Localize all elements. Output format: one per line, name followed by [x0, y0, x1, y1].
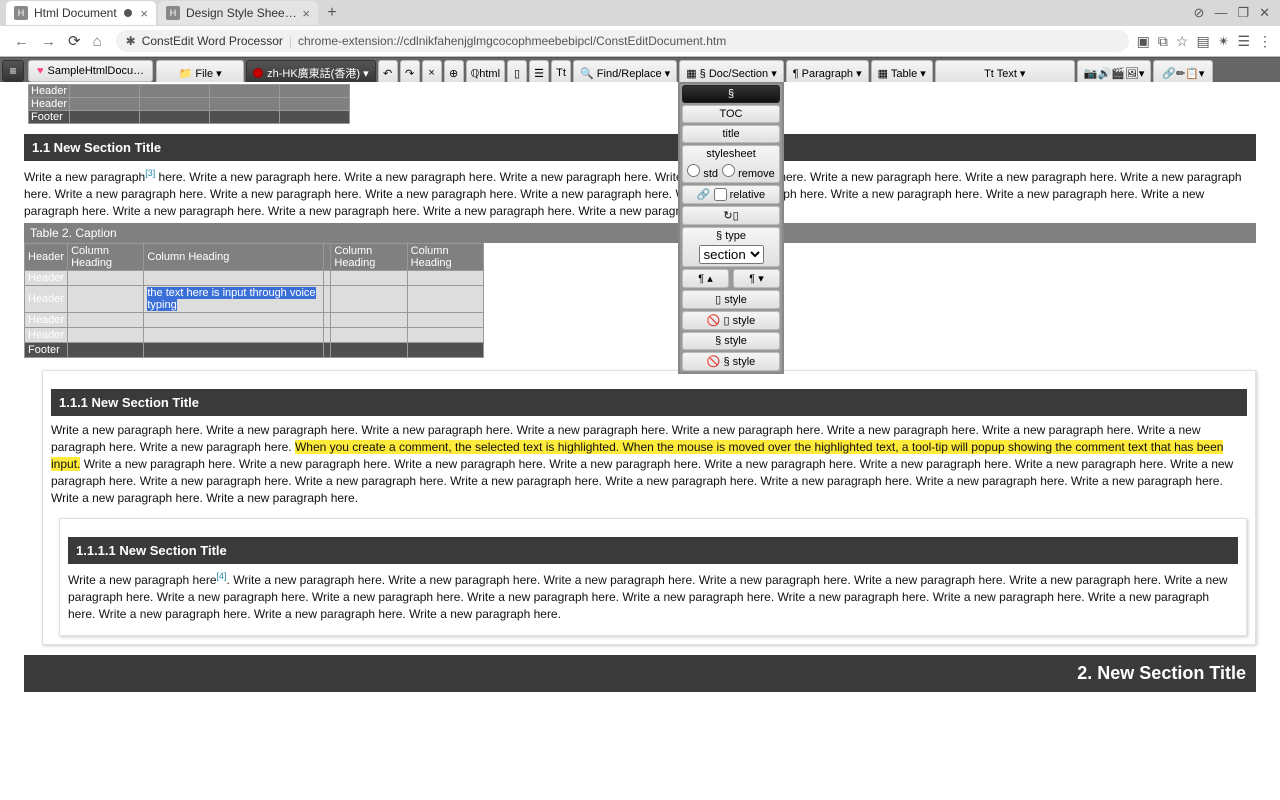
app-toolbar: ≡ ♥SampleHtmlDocu… 📁 File ▾ zh-HK廣東話(香港)… — [0, 57, 1280, 85]
reload-icon[interactable]: ⟳ — [62, 32, 87, 50]
table-row[interactable]: Footer — [25, 343, 68, 358]
back-icon[interactable]: ← — [8, 33, 35, 50]
header-footer-table[interactable]: Header Header Footer — [28, 84, 350, 124]
section-title-1-1-1-1[interactable]: 1.1.1.1 New Section Title — [68, 537, 1238, 564]
table-row[interactable]: Header — [25, 286, 68, 313]
dd-section-symbol[interactable]: § — [682, 85, 780, 103]
close-window-icon[interactable]: ✕ — [1259, 5, 1270, 21]
extensions-icon[interactable]: ✴ — [1218, 33, 1230, 50]
new-tab-button[interactable]: + — [320, 4, 344, 22]
dd-toc[interactable]: TOC — [682, 105, 780, 123]
dd-radio-remove[interactable]: remove — [722, 164, 775, 180]
document-content: Header Header Footer 1.1 New Section Tit… — [0, 84, 1280, 738]
url-path: chrome-extension://cdlnikfahenjglmgcocop… — [298, 34, 726, 48]
image-icon: 🖼 — [1125, 67, 1139, 80]
hamburger-menu-button[interactable]: ≡ — [2, 60, 24, 82]
column-header[interactable]: Column Heading — [68, 244, 144, 271]
table-row[interactable]: Header — [25, 271, 68, 286]
menu-icon[interactable]: ⋮ — [1258, 33, 1272, 50]
dd-no-book-style[interactable]: 🚫 ▯ style — [682, 311, 780, 330]
column-header[interactable]: Column Heading — [407, 244, 483, 271]
chevron-down-icon: ▾ — [1199, 67, 1205, 80]
camera-icon: 📷 — [1084, 67, 1098, 80]
section-title-2[interactable]: 2. New Section Title — [24, 655, 1256, 692]
minimize-icon[interactable]: — — [1214, 5, 1227, 21]
table-row[interactable]: Footer — [29, 111, 70, 124]
tab-close-icon[interactable]: × — [140, 6, 148, 21]
home-icon[interactable]: ⌂ — [87, 33, 108, 50]
action-icon[interactable]: ⧉ — [1158, 33, 1168, 50]
forward-icon[interactable]: → — [35, 33, 62, 50]
dd-type-select[interactable]: section — [699, 245, 764, 264]
dd-para-down[interactable]: ¶ ▾ — [733, 269, 780, 288]
url-input[interactable]: ✱ ConstEdit Word Processor | chrome-exte… — [116, 30, 1129, 52]
voice-input-text[interactable]: the text here is input through voice typ… — [147, 287, 315, 311]
table-row[interactable]: Header — [25, 313, 68, 328]
browser-action-icons: ▣ ⧉ ☆ ▤ ✴ ☰ ⋮ — [1137, 33, 1272, 50]
subsection-1-1-1: 1.1.1 New Section Title Write a new para… — [42, 370, 1256, 644]
dd-para-up[interactable]: ¶ ▴ — [682, 269, 729, 288]
window-controls: ⊘ — ❐ ✕ — [1194, 5, 1280, 21]
docsection-dropdown: § TOC title stylesheet std remove 🔗 rela… — [678, 82, 784, 374]
column-header[interactable]: Column Heading — [144, 244, 324, 271]
extension-icon: ✱ — [126, 34, 136, 48]
table-row[interactable]: Header — [29, 98, 70, 111]
profile-icon[interactable]: ☰ — [1237, 33, 1250, 50]
footnote-ref[interactable]: [3] — [145, 168, 155, 178]
favicon-icon: H — [14, 6, 28, 20]
tab-title: Html Document — [34, 6, 120, 20]
clipboard-icon: 📋 — [1185, 67, 1199, 80]
sound-icon: 🔊 — [1097, 67, 1111, 80]
tab-bar: H Html Document × H Design Style Sheet F… — [0, 0, 1280, 26]
chevron-down-icon: ▾ — [1139, 67, 1145, 80]
record-dot-icon — [253, 68, 263, 78]
action-icon[interactable]: ▣ — [1137, 33, 1150, 50]
edit-icon: ✏ — [1176, 67, 1185, 80]
document-area[interactable]: Header Header Footer 1.1 New Section Tit… — [0, 82, 1280, 800]
section-title-1-1-1[interactable]: 1.1.1 New Section Title — [51, 389, 1247, 416]
url-host: ConstEdit Word Processor — [142, 34, 283, 48]
doc-title-button[interactable]: ♥SampleHtmlDocu… — [28, 60, 153, 82]
action-icon[interactable]: ▤ — [1196, 33, 1209, 50]
paragraph[interactable]: Write a new paragraph[3] here. Write a n… — [24, 167, 1256, 219]
favicon-icon: H — [166, 6, 180, 20]
section-title-1-1[interactable]: 1.1 New Section Title — [24, 134, 1256, 161]
column-header[interactable] — [324, 244, 331, 271]
dd-title[interactable]: title — [682, 125, 780, 143]
table-row[interactable]: Header — [29, 85, 70, 98]
footnote-ref[interactable]: [4] — [217, 571, 227, 581]
dd-stylesheet: stylesheet std remove — [682, 145, 780, 183]
heart-icon: ♥ — [37, 65, 44, 77]
link-icon: 🔗 — [697, 188, 711, 201]
tab-title: Design Style Sheet For Ht… — [186, 6, 298, 20]
paragraph[interactable]: Write a new paragraph here. Write a new … — [51, 422, 1247, 506]
dd-section-style[interactable]: § style — [682, 332, 780, 350]
modified-dot-icon — [124, 9, 132, 17]
column-header[interactable]: Column Heading — [331, 244, 407, 271]
dd-no-section-style[interactable]: 🚫 § style — [682, 352, 780, 371]
dd-type: § type section — [682, 227, 780, 267]
tab-2[interactable]: H Design Style Sheet For Ht… × — [158, 1, 318, 25]
maximize-icon[interactable]: ❐ — [1237, 5, 1249, 21]
tab-1[interactable]: H Html Document × — [6, 1, 156, 25]
browser-chrome: H Html Document × H Design Style Sheet F… — [0, 0, 1280, 57]
dd-radio-std[interactable]: std — [687, 164, 718, 180]
dd-refresh[interactable]: ↻▯ — [682, 206, 780, 225]
relative-checkbox[interactable] — [714, 188, 727, 201]
link-icon: 🔗 — [1162, 67, 1176, 80]
paragraph[interactable]: Write a new paragraph here[4]. Write a n… — [68, 570, 1238, 622]
bookmark-icon[interactable]: ☆ — [1176, 33, 1189, 50]
dd-relative[interactable]: 🔗 relative — [682, 185, 780, 204]
column-header[interactable]: Header — [25, 244, 68, 271]
table-2[interactable]: Header Column Heading Column Heading Col… — [24, 243, 484, 358]
tab-close-icon[interactable]: × — [302, 6, 310, 21]
table-caption[interactable]: Table 2. Caption — [24, 223, 1256, 243]
table-row[interactable]: Header — [25, 328, 68, 343]
dd-book-style[interactable]: ▯ style — [682, 290, 780, 309]
address-bar: ← → ⟳ ⌂ ✱ ConstEdit Word Processor | chr… — [0, 26, 1280, 56]
video-icon: 🎬 — [1111, 67, 1125, 80]
info-icon[interactable]: ⊘ — [1194, 5, 1205, 21]
subsection-1-1-1-1: 1.1.1.1 New Section Title Write a new pa… — [59, 518, 1247, 635]
